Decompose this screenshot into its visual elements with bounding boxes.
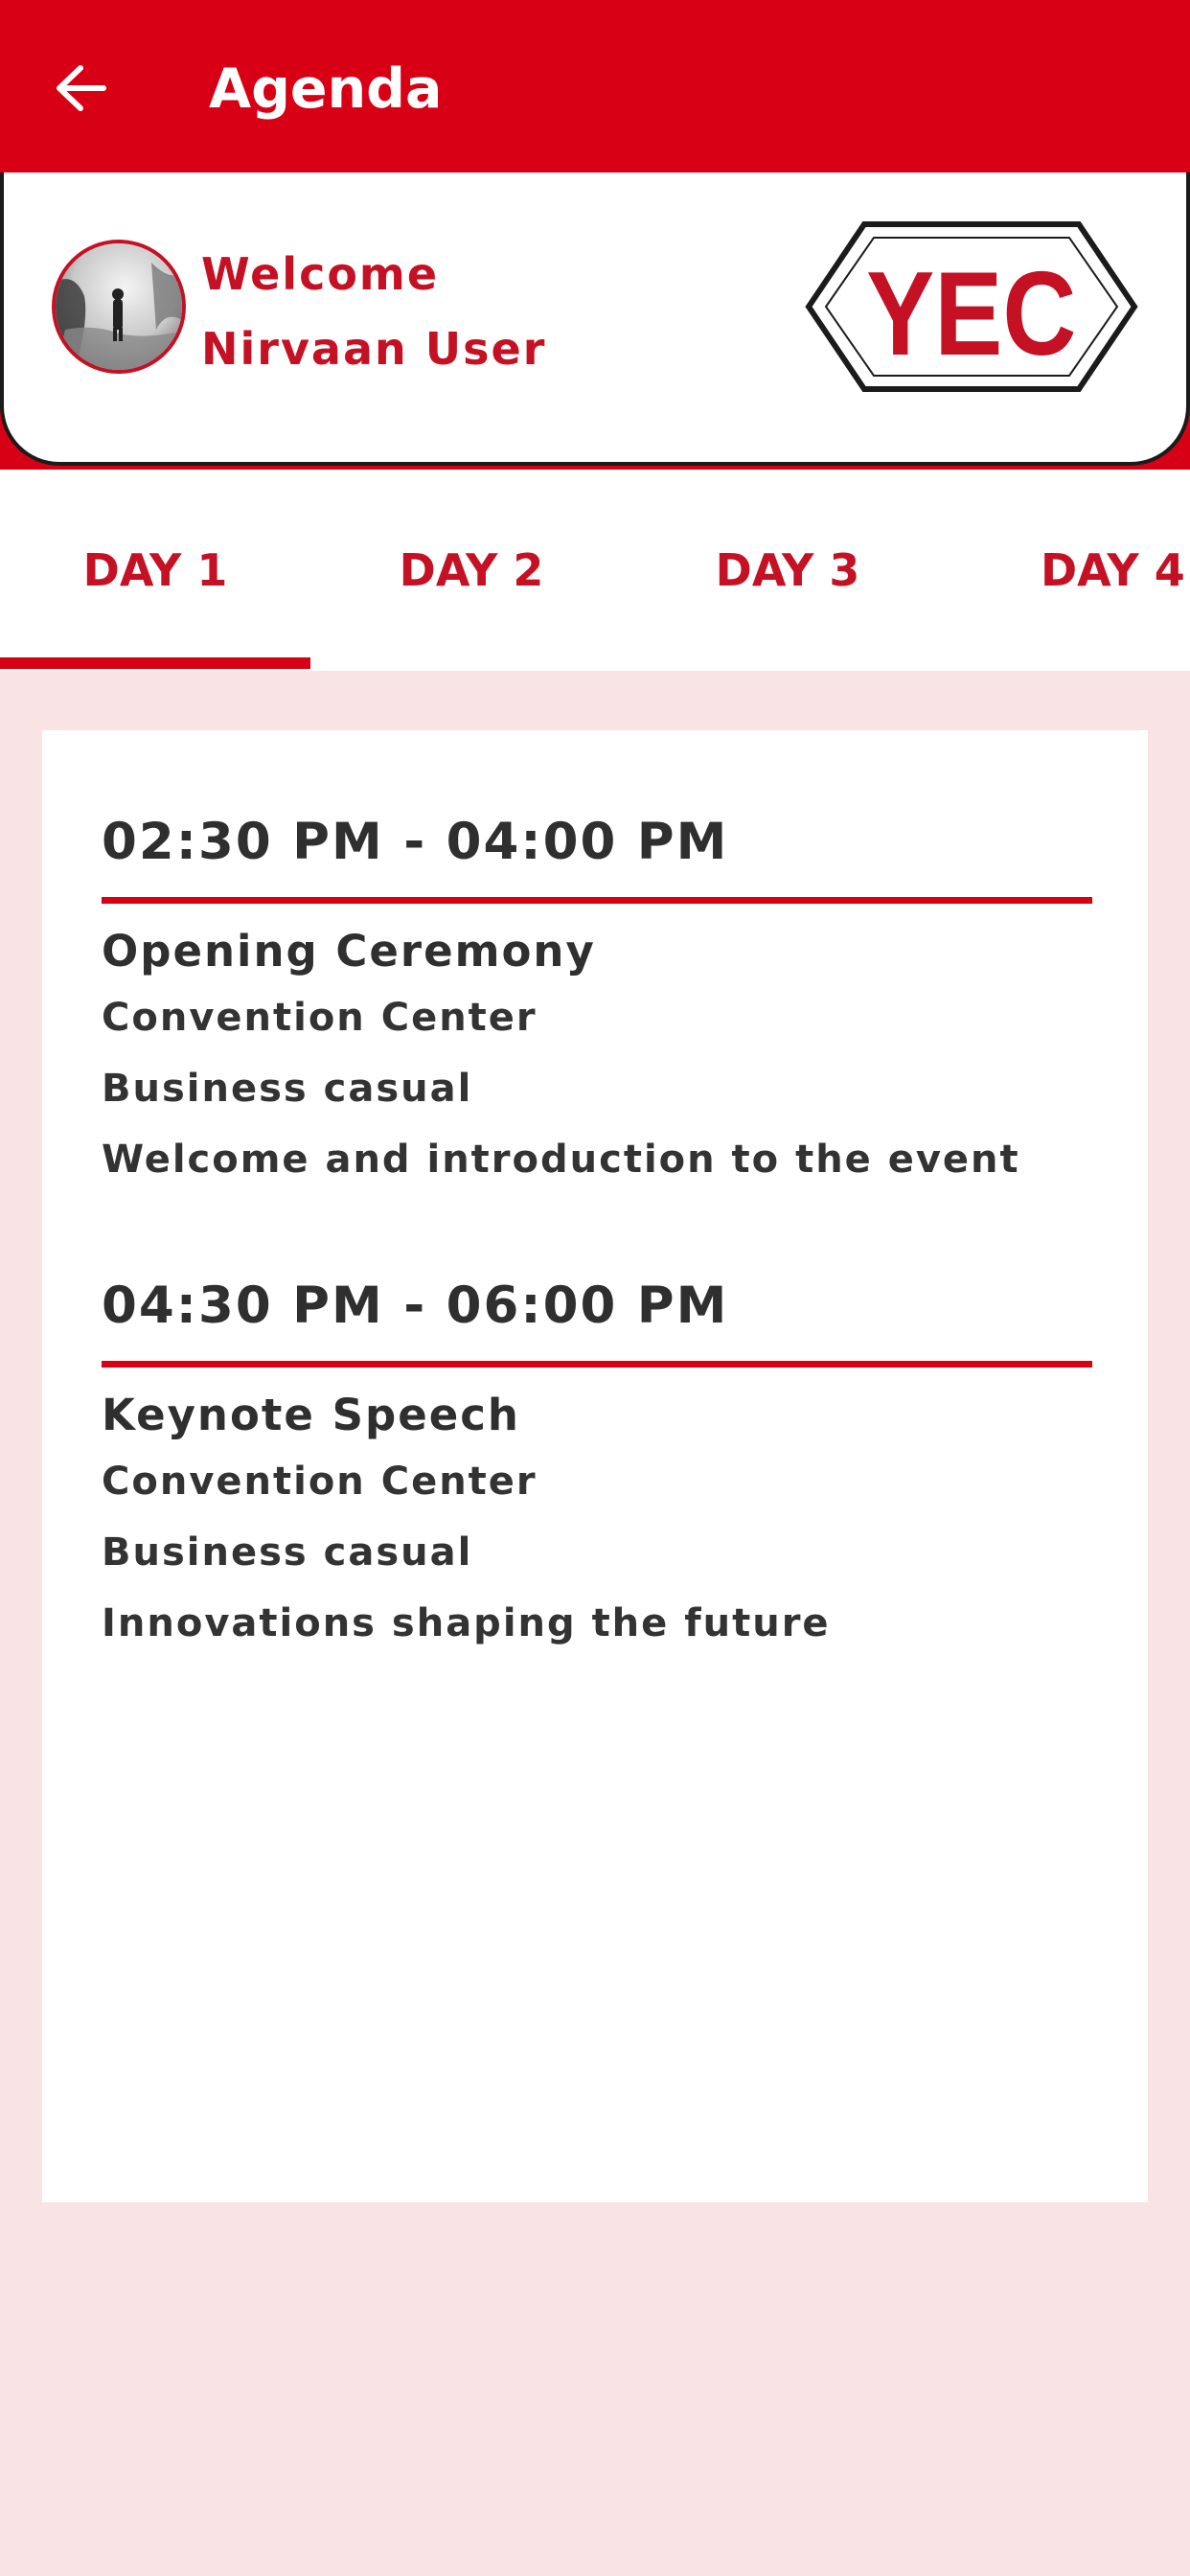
avatar[interactable] <box>52 240 186 374</box>
day-tabs: DAY 1 DAY 2 DAY 3 DAY 4 <box>0 470 1190 671</box>
tab-day-4[interactable]: DAY 4 <box>1006 470 1190 671</box>
agenda-item[interactable]: 04:30 PM - 06:00 PM Keynote Speech Conve… <box>102 1271 1092 1659</box>
back-button[interactable] <box>42 42 119 138</box>
agenda-item[interactable]: 02:30 PM - 04:00 PM Opening Ceremony Con… <box>102 807 1092 1195</box>
selected-tab-indicator <box>0 657 310 669</box>
profile-card: Welcome Nirvaan User YEC <box>0 172 1190 466</box>
tab-day-2[interactable]: DAY 2 <box>316 470 627 671</box>
yec-logo: YEC <box>805 218 1138 395</box>
session-title: Opening Ceremony <box>102 926 596 977</box>
welcome-label: Welcome <box>201 248 440 300</box>
session-venue: Convention Center <box>102 996 538 1040</box>
divider <box>102 1361 1092 1368</box>
session-time: 02:30 PM - 04:00 PM <box>102 813 729 871</box>
app-bar: Agenda <box>0 0 1190 172</box>
tab-day-3[interactable]: DAY 3 <box>632 470 943 671</box>
svg-text:YEC: YEC <box>866 246 1076 380</box>
page-title: Agenda <box>209 58 443 121</box>
session-description: Innovations shaping the future <box>102 1601 831 1645</box>
session-dress-code: Business casual <box>102 1530 473 1575</box>
session-time: 04:30 PM - 06:00 PM <box>102 1276 729 1335</box>
divider <box>102 897 1092 904</box>
session-description: Welcome and introduction to the event <box>102 1138 1020 1182</box>
session-title: Keynote Speech <box>102 1390 520 1440</box>
session-dress-code: Business casual <box>102 1067 473 1111</box>
session-venue: Convention Center <box>102 1460 538 1504</box>
arrow-left-icon <box>54 64 107 116</box>
agenda-card: 02:30 PM - 04:00 PM Opening Ceremony Con… <box>42 730 1148 2202</box>
user-name: Nirvaan User <box>201 323 547 375</box>
tab-day-1[interactable]: DAY 1 <box>0 470 310 671</box>
